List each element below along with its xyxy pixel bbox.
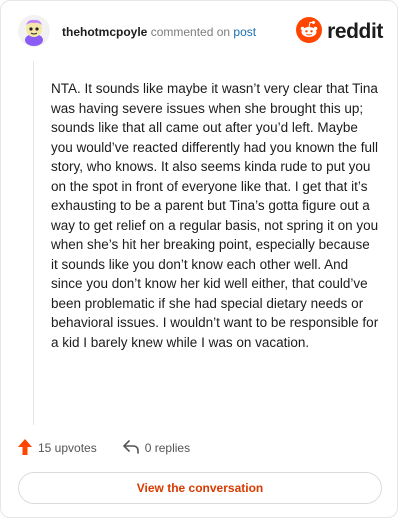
upvote-button[interactable]: 15 upvotes [18,438,97,458]
commented-on-text: commented on [150,25,231,39]
comment-meta: thehotmcpoyle commented on post [62,25,256,39]
username-link[interactable]: thehotmcpoyle [62,25,147,39]
reply-button[interactable]: 0 replies [122,439,191,457]
replies-count: 0 replies [144,441,191,455]
post-link[interactable]: post [233,25,256,39]
reply-arrow-icon [122,439,139,457]
comment-actions: 15 upvotes 0 replies [18,438,216,458]
comment-card: thehotmcpoyle commented on post reddit N… [0,0,398,518]
reddit-logo[interactable]: reddit [296,16,383,48]
reddit-wordmark: reddit [327,20,383,43]
comment-body: NTA. It sounds like maybe it wasn’t very… [51,81,379,350]
upvote-arrow-icon [18,438,32,458]
comment-header: thehotmcpoyle commented on post reddit [18,15,383,51]
thread-line[interactable] [33,61,34,425]
avatar[interactable] [18,15,50,47]
reddit-snoo-icon [296,16,323,48]
upvotes-count: 15 upvotes [38,441,97,455]
view-conversation-button[interactable]: View the conversation [18,472,382,504]
